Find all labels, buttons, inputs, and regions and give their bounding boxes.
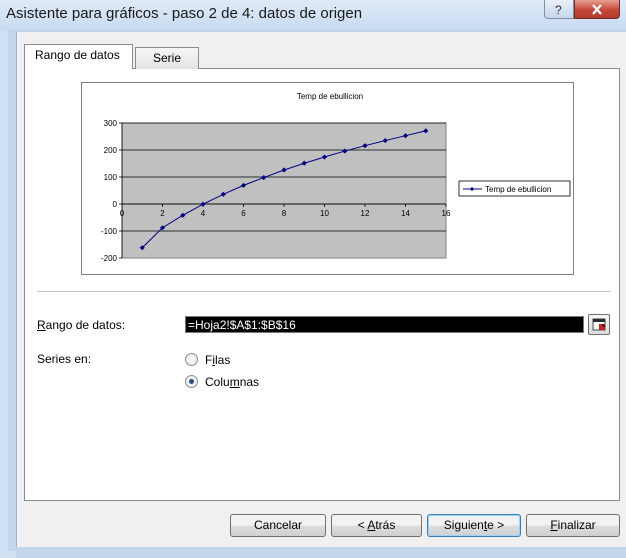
x-tick-label: 4 (201, 209, 206, 218)
x-tick-label: 10 (320, 209, 329, 218)
x-tick-label: 14 (401, 209, 410, 218)
help-icon: ? (555, 3, 562, 15)
svg-text:?: ? (555, 3, 562, 15)
x-tick-label: 6 (241, 209, 246, 218)
close-icon (592, 3, 602, 15)
help-button[interactable]: ? (544, 0, 574, 19)
y-tick-label: 300 (104, 119, 118, 128)
tab-rango-de-datos[interactable]: Rango de datos (24, 44, 133, 69)
dialog-bottom-border (16, 547, 626, 558)
back-button[interactable]: < Atrás (331, 514, 422, 537)
y-tick-label: 0 (113, 200, 118, 209)
cancel-button[interactable]: Cancelar (230, 514, 326, 537)
y-tick-label: 200 (104, 146, 118, 155)
y-tick-label: -200 (101, 254, 118, 263)
chart-preview: Temp de ebullicion -200 -100 0 100 200 300 0 2 4… (81, 82, 574, 275)
plot-area: -200-10001002003000 2 4 6 8 10 12 14 16 (101, 119, 451, 263)
x-tick-label: 0 (120, 209, 125, 218)
radio-filas-label[interactable]: Filas (205, 353, 230, 367)
chart-title: Temp de ebullicion (297, 92, 363, 101)
separator (38, 291, 611, 292)
window-title: Asistente para gráficos - paso 2 de 4: d… (6, 5, 363, 22)
radio-columnas-label[interactable]: Columnas (205, 375, 259, 389)
next-button[interactable]: Siguiente > (427, 514, 521, 537)
finish-button[interactable]: Finalizar (526, 514, 620, 537)
x-tick-label: 8 (282, 209, 287, 218)
range-label: Rango de datos: (37, 318, 126, 332)
radio-filas[interactable] (185, 353, 198, 366)
collapse-dialog-button[interactable] (588, 314, 610, 335)
x-tick-label: 16 (442, 209, 451, 218)
x-tick-label: 2 (160, 209, 165, 218)
title-bar: Asistente para gráficos - paso 2 de 4: d… (0, 0, 626, 30)
series-in-label: Series en: (37, 352, 92, 366)
chart-legend: Temp de ebullicion (458, 180, 571, 197)
range-select-icon (592, 318, 606, 331)
radio-columnas[interactable] (185, 375, 198, 388)
close-button[interactable] (574, 0, 620, 19)
y-tick-label: -100 (101, 227, 118, 236)
plot-background (121, 122, 447, 259)
x-tick-label: 12 (361, 209, 370, 218)
legend-label: Temp de ebullicion (485, 185, 551, 194)
y-tick-label: 100 (104, 173, 118, 182)
data-range-input[interactable]: =Hoja2!$A$1:$B$16 (185, 316, 584, 333)
chart-svg: Temp de ebullicion -200-10001002003000 2 4… (101, 92, 571, 263)
tab-serie[interactable]: Serie (135, 47, 199, 69)
